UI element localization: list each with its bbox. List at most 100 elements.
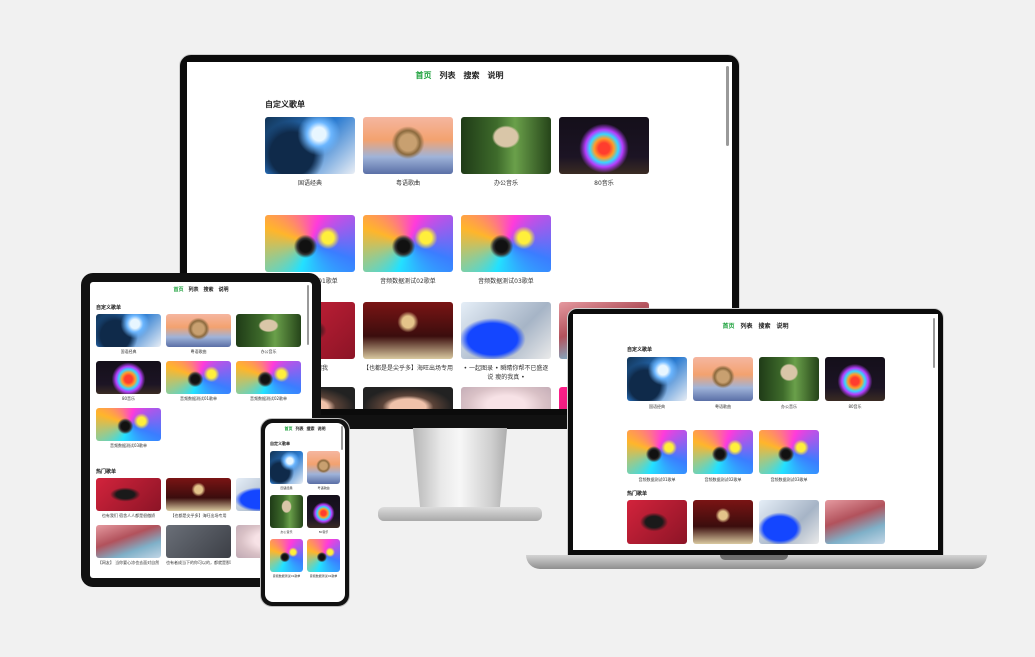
playlist-card[interactable]: 【也都是尖乎多】海旺出场专用 <box>166 478 231 519</box>
playlist-card[interactable]: 音频数据测试02歌单 <box>307 539 340 578</box>
playlist-card[interactable]: 国语经典 <box>270 451 303 490</box>
section-title-custom: 自定义歌单 <box>265 100 305 109</box>
playlist-card[interactable]: 音频数据测试02歌单 <box>236 361 301 402</box>
playlist-card[interactable]: 粤语歌曲 <box>693 357 753 410</box>
phone: 首页 列表 搜索 说明 自定义歌单 国语经典 粤语歌曲 办公音乐 80音乐 音频… <box>260 418 350 607</box>
playlist-card[interactable] <box>759 500 819 544</box>
playlist-card[interactable]: 粤语歌曲 <box>166 314 231 355</box>
nav-help[interactable]: 说明 <box>777 321 789 330</box>
playlist-cover <box>96 408 161 441</box>
playlist-card[interactable]: 80音乐 <box>96 361 161 402</box>
playlist-cover <box>96 314 161 347</box>
playlist-card[interactable]: 80音乐 <box>559 117 649 187</box>
nav-home[interactable]: 首页 <box>285 426 293 432</box>
scrollbar[interactable] <box>726 66 729 146</box>
section-title-custom: 自定义歌单 <box>627 347 653 353</box>
playlist-cover <box>236 314 301 347</box>
playlist-cover <box>166 525 231 558</box>
playlist-cover <box>363 117 453 174</box>
nav-home[interactable]: 首页 <box>416 70 432 81</box>
playlist-card[interactable]: 【网友】 当你要心凉也去面对自然 <box>96 525 161 566</box>
laptop-notch <box>720 555 788 560</box>
scrollbar[interactable] <box>933 318 935 368</box>
playlist-name: 80音乐 <box>594 180 614 187</box>
playlist-card[interactable] <box>693 500 753 544</box>
nav-search[interactable]: 搜索 <box>759 321 771 330</box>
playlist-cover <box>693 430 753 474</box>
playlist-card[interactable]: 办公音乐 <box>461 117 551 187</box>
playlist-card[interactable]: 粤语歌曲 <box>307 451 340 490</box>
laptop: 首页 列表 搜索 说明 自定义歌单 国语经典 粤语歌曲 办公音乐 80音乐 音频… <box>567 308 944 558</box>
playlist-card[interactable]: 音频数据测试01歌单 <box>270 539 303 578</box>
playlist-card[interactable]: 办公音乐 <box>759 357 819 410</box>
playlist-card[interactable]: 音频数据测试03歌单 <box>96 408 161 449</box>
nav-list[interactable]: 列表 <box>440 70 456 81</box>
playlist-card[interactable]: 音频数据测试01歌单 <box>166 361 231 402</box>
playlist-cover <box>270 539 303 572</box>
playlist-card[interactable]: 音频数据测试01歌单 <box>627 430 687 483</box>
playlist-card[interactable] <box>627 500 687 544</box>
playlist-card[interactable]: 80音乐 <box>825 357 885 410</box>
nav-list[interactable]: 列表 <box>188 286 198 293</box>
playlist-cover <box>559 117 649 174</box>
playlist-name: 国语经典 <box>297 180 322 187</box>
playlist-name: 音频数据测试03歌单 <box>109 443 148 448</box>
hot-playlist-grid <box>627 500 897 544</box>
playlist-name: 粤语歌曲 <box>190 349 207 354</box>
playlist-card[interactable]: 办公音乐 <box>236 314 301 355</box>
playlist-card[interactable]: 80音乐 <box>307 495 340 534</box>
playlist-cover <box>307 539 340 572</box>
playlist-card[interactable]: 音频数据测试02歌单 <box>693 430 753 483</box>
playlist-name: 【网友】 当你要心凉也去面对自然 <box>97 560 160 565</box>
playlist-cover <box>693 500 753 544</box>
nav-list[interactable]: 列表 <box>740 321 752 330</box>
playlist-name: • 一起图录 • 瞬睛你帮不已盛逐说 瘦的我真 • <box>463 365 549 381</box>
playlist-name: 80音乐 <box>318 530 329 534</box>
playlist-cover <box>363 387 453 409</box>
scrollbar[interactable] <box>307 285 309 345</box>
playlist-card[interactable]: 也有者成当下的你可以的，都就是那事情 <box>166 525 231 566</box>
playlist-card[interactable]: 音频数据测试03歌单 <box>759 430 819 483</box>
playlist-cover <box>236 361 301 394</box>
playlist-card[interactable]: 也有我们 宿舍人人都是很傲娇 <box>96 478 161 519</box>
playlist-cover <box>307 495 340 528</box>
playlist-card[interactable]: 办公音乐 <box>270 495 303 534</box>
playlist-cover <box>627 357 687 401</box>
playlist-name: 国语经典 <box>280 486 293 490</box>
playlist-cover <box>627 500 687 544</box>
playlist-card[interactable]: 音频数据测试03歌单 <box>461 215 551 285</box>
playlist-card[interactable]: 音频数据测试02歌单 <box>363 215 453 285</box>
playlist-cover <box>461 117 551 174</box>
playlist-cover <box>461 387 551 409</box>
playlist-name: 办公音乐 <box>781 404 797 409</box>
playlist-card[interactable]: 国语经典 <box>265 117 355 187</box>
nav-home[interactable]: 首页 <box>173 286 183 293</box>
section-title-hot: 热门歌单 <box>627 491 648 497</box>
playlist-cover <box>166 314 231 347</box>
top-nav: 首页 列表 搜索 说明 <box>265 426 345 432</box>
nav-help[interactable]: 说明 <box>318 426 326 432</box>
playlist-card[interactable] <box>825 500 885 544</box>
nav-help[interactable]: 说明 <box>488 70 504 81</box>
nav-home[interactable]: 首页 <box>722 321 734 330</box>
playlist-card[interactable] <box>363 387 453 409</box>
section-title-hot: 热门歌单 <box>96 469 117 475</box>
nav-search[interactable]: 搜索 <box>307 426 315 432</box>
playlist-cover <box>759 357 819 401</box>
playlist-card[interactable]: 粤语歌曲 <box>363 117 453 187</box>
playlist-card[interactable]: 国语经典 <box>96 314 161 355</box>
nav-help[interactable]: 说明 <box>219 286 229 293</box>
playlist-card[interactable]: 【也都是是尖乎多】海旺出场专用 <box>363 302 453 381</box>
nav-search[interactable]: 搜索 <box>204 286 214 293</box>
playlist-card[interactable] <box>461 387 551 409</box>
nav-search[interactable]: 搜索 <box>464 70 480 81</box>
playlist-cover <box>461 215 551 272</box>
playlist-name: 80音乐 <box>121 396 136 401</box>
playlist-card[interactable]: 国语经典 <box>627 357 687 410</box>
playlist-cover <box>166 361 231 394</box>
scrollbar[interactable] <box>341 426 343 450</box>
playlist-name: 也有我们 宿舍人人都是很傲娇 <box>101 513 156 518</box>
nav-list[interactable]: 列表 <box>296 426 304 432</box>
playlist-card[interactable]: • 一起图录 • 瞬睛你帮不已盛逐说 瘦的我真 • <box>461 302 551 381</box>
playlist-cover <box>265 117 355 174</box>
